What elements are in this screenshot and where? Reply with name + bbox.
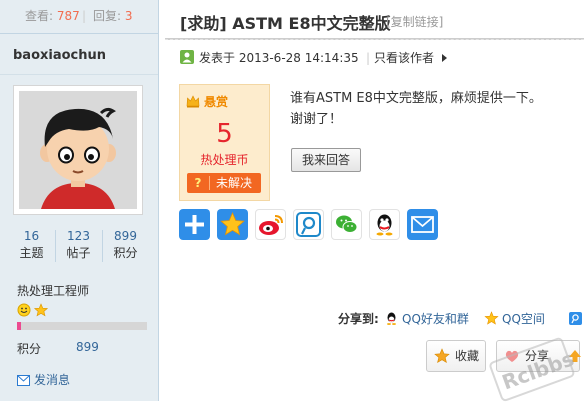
qq-icon[interactable] xyxy=(369,209,400,240)
stat-topics[interactable]: 16 主题 xyxy=(8,228,55,262)
author-stats: 16 主题 123 帖子 899 积分 xyxy=(0,228,158,266)
reward-unit: 热处理币 xyxy=(200,153,249,167)
stat-label: 积分 xyxy=(113,246,138,260)
share-qzone-link[interactable]: QQ空间 xyxy=(484,311,545,327)
user-group-title: 热处理工程师 xyxy=(17,284,90,298)
plus-icon[interactable] xyxy=(179,209,210,240)
only-author-link[interactable]: 只看该作者 xyxy=(374,50,434,66)
stat-points[interactable]: 899 积分 xyxy=(102,228,149,262)
points-label: 积分 xyxy=(17,342,42,356)
qzone-star-icon[interactable] xyxy=(217,209,248,240)
share-to-label: 分享到: xyxy=(338,312,379,326)
level-progress-bar xyxy=(17,322,147,330)
reward-panel: 悬赏 5 热处理币 ? 未解决 xyxy=(179,84,270,201)
views-count: 787 xyxy=(56,9,80,23)
reward-status-badge: ? 未解决 xyxy=(187,173,261,193)
qzone-icon xyxy=(484,311,499,325)
views-label: 查看: xyxy=(25,9,54,23)
favorite-button[interactable]: 收藏 xyxy=(426,340,486,372)
stat-value: 123 xyxy=(67,229,90,243)
share-qq-friends-label: QQ好友和群 xyxy=(402,312,469,326)
stat-label: 帖子 xyxy=(66,246,91,260)
replies-count: 3 xyxy=(124,9,133,23)
star-icon xyxy=(434,348,450,364)
share-qzone-label: QQ空间 xyxy=(502,312,545,326)
avatar[interactable] xyxy=(13,85,143,215)
weibo-icon[interactable] xyxy=(255,209,286,240)
meta-separator: | xyxy=(366,51,371,65)
reward-amount: 5 xyxy=(216,119,233,149)
divider xyxy=(165,38,584,40)
smiley-icon xyxy=(17,303,31,317)
points-value: 899 xyxy=(76,340,99,354)
crown-icon xyxy=(186,95,200,108)
stat-value: 16 xyxy=(23,229,40,243)
send-message-label: 发消息 xyxy=(34,373,71,387)
post-text-line: 谢谢了！ xyxy=(290,112,343,127)
stat-value: 899 xyxy=(114,229,137,243)
post-date: 发表于 2013-6-28 14:14:35 xyxy=(199,51,359,65)
post-text-line: 谁有ASTM E8中文完整版，麻烦提供一下。 xyxy=(290,91,542,106)
author-sidebar: 查看: 787 | 回复: 3 baoxiaochun 16 主题 123 帖子… xyxy=(0,0,159,401)
star-icon xyxy=(33,303,49,317)
tencent-weibo-icon[interactable] xyxy=(293,209,324,240)
points-row: 积分 899 xyxy=(17,340,99,357)
post-title: [求助] ASTM E8中文完整版 xyxy=(180,14,391,33)
wechat-icon[interactable] xyxy=(331,209,362,240)
cartoon-boy-avatar-icon xyxy=(19,91,137,209)
share-more-link[interactable] xyxy=(568,311,584,327)
replies-label: 回复: xyxy=(93,9,122,23)
svg-text:Rclbbs: Rclbbs xyxy=(499,346,577,394)
stat-posts[interactable]: 123 帖子 xyxy=(55,228,102,262)
caret-right-icon xyxy=(442,54,447,62)
copy-link-button[interactable]: [复制链接] xyxy=(386,13,443,30)
envelope-icon xyxy=(17,375,30,386)
divider xyxy=(209,176,210,190)
level-progress-fill xyxy=(17,322,21,330)
email-icon[interactable] xyxy=(407,209,438,240)
avatar-image xyxy=(19,91,137,209)
reward-header-label: 悬赏 xyxy=(204,95,229,109)
favorite-label: 收藏 xyxy=(455,349,480,363)
divider xyxy=(0,33,158,34)
tencent-weibo-small-icon xyxy=(569,312,582,325)
thread-stats: 查看: 787 | 回复: 3 xyxy=(0,0,158,33)
reward-status-label: 未解决 xyxy=(216,176,253,190)
stats-separator: | xyxy=(82,9,87,23)
reward-header: 悬赏 xyxy=(186,93,228,110)
site-watermark-logo: Rclbbs xyxy=(486,334,584,404)
author-username[interactable]: baoxiaochun xyxy=(13,48,106,63)
stat-label: 主题 xyxy=(19,246,44,260)
answer-button[interactable]: 我来回答 xyxy=(291,148,361,172)
post-content: 谁有ASTM E8中文完整版，麻烦提供一下。 谢谢了！ xyxy=(290,88,560,130)
share-qq-friends-link[interactable]: QQ好友和群 xyxy=(384,311,469,327)
send-message-link[interactable]: 发消息 xyxy=(17,371,70,388)
qq-penguin-icon xyxy=(387,312,396,325)
user-badges xyxy=(17,303,49,320)
online-status-icon xyxy=(180,50,194,64)
divider xyxy=(0,74,158,75)
question-mark-icon: ? xyxy=(194,176,202,190)
